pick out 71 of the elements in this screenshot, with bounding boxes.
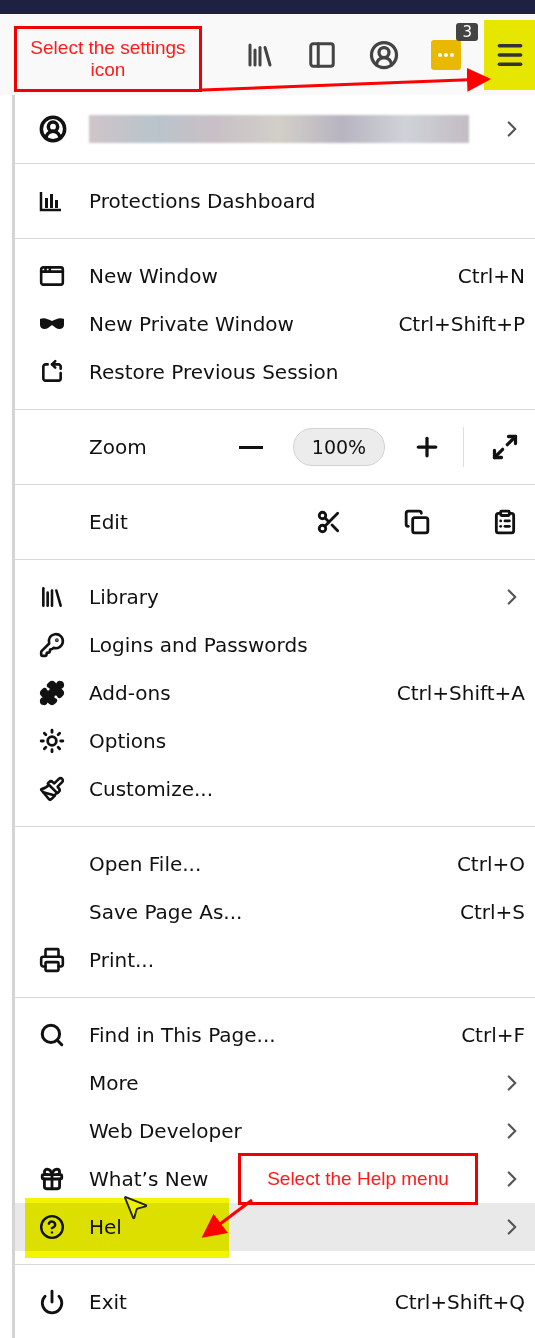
expand-icon [491, 433, 519, 461]
library-icon [39, 584, 65, 610]
callout-box: Select the Help menu [238, 1153, 478, 1205]
callout-box: Select the settings icon [14, 26, 202, 92]
account-icon [369, 39, 399, 70]
edit-label: Edit [89, 509, 128, 536]
shortcut-label: Ctrl+S [459, 899, 525, 926]
search-icon [39, 1022, 65, 1048]
shortcut-label: Ctrl+Shift+P [398, 311, 525, 338]
copy-icon [404, 509, 430, 535]
menu-item[interactable]: Open File... Ctrl+O [15, 840, 535, 888]
shortcut-label: Ctrl+O [456, 851, 525, 878]
item-label: Options [89, 728, 167, 755]
mask-icon [39, 317, 65, 331]
shortcut-label: Ctrl+N [457, 263, 525, 290]
menu-item[interactable]: New Private Window Ctrl+Shift+P [15, 300, 535, 348]
menu-item[interactable]: Options [15, 717, 535, 765]
menu-item[interactable]: Customize... [15, 765, 535, 813]
menu-item[interactable]: Library [15, 573, 535, 621]
menu-item[interactable]: New Window Ctrl+N [15, 252, 535, 300]
menu-item[interactable]: Protections Dashboard [15, 177, 535, 225]
printer-icon [39, 947, 65, 973]
item-label: More [89, 1070, 139, 1097]
menu-item[interactable]: Web Developer [15, 1107, 535, 1155]
item-label: Hel [89, 1214, 122, 1241]
item-label: New Window [89, 263, 218, 290]
item-label: Logins and Passwords [89, 632, 308, 659]
item-label: Open File... [89, 851, 202, 878]
account-icon [39, 115, 67, 143]
item-label: What’s New [89, 1166, 209, 1193]
extension-icon [431, 39, 461, 70]
zoom-label: Zoom [89, 434, 148, 461]
gift-icon [39, 1166, 65, 1192]
puzzle-icon [39, 680, 65, 706]
item-label: Add-ons [89, 680, 171, 707]
restore-window-icon [39, 359, 65, 385]
menu-item[interactable]: Find in This Page... Ctrl+F [15, 1011, 535, 1059]
annotation-arrow [201, 1198, 253, 1238]
item-label: Exit [89, 1289, 127, 1316]
item-label: Save Page As... [89, 899, 243, 926]
item-label: Print... [89, 947, 155, 974]
item-label: Find in This Page... [89, 1022, 276, 1049]
shortcut-label: Ctrl+Shift+Q [394, 1289, 525, 1316]
menu-item[interactable]: Restore Previous Session [15, 348, 535, 396]
menu-item[interactable]: Print... [15, 936, 535, 984]
item-label: Customize... [89, 776, 214, 803]
menu-item[interactable]: Add-ons Ctrl+Shift+A [15, 669, 535, 717]
scissors-icon [316, 509, 342, 535]
menu-item[interactable]: More [15, 1059, 535, 1107]
gear-icon [39, 728, 65, 754]
brush-icon [39, 776, 65, 802]
power-icon [39, 1289, 65, 1315]
bar-chart-icon [39, 190, 63, 212]
minus-icon [239, 445, 263, 449]
menu-button[interactable] [484, 19, 535, 90]
sidebar-icon [307, 39, 337, 70]
item-label: Library [89, 584, 159, 611]
new-window-icon [39, 263, 65, 289]
menu-item[interactable]: Exit Ctrl+Shift+Q [15, 1278, 535, 1326]
menu-item[interactable]: Save Page As... Ctrl+S [15, 888, 535, 936]
item-label: Protections Dashboard [89, 188, 316, 215]
shortcut-label: Ctrl+F [461, 1022, 525, 1049]
zoom-level-button[interactable]: 100% [293, 428, 385, 466]
shortcut-label: Ctrl+Shift+A [396, 680, 525, 707]
notification-badge: 3 [456, 22, 478, 41]
menu-item[interactable]: Logins and Passwords [15, 621, 535, 669]
item-label: New Private Window [89, 311, 294, 338]
key-icon [39, 632, 65, 658]
item-label: Restore Previous Session [89, 359, 339, 386]
item-label: Web Developer [89, 1118, 242, 1145]
clipboard-icon [492, 509, 518, 535]
